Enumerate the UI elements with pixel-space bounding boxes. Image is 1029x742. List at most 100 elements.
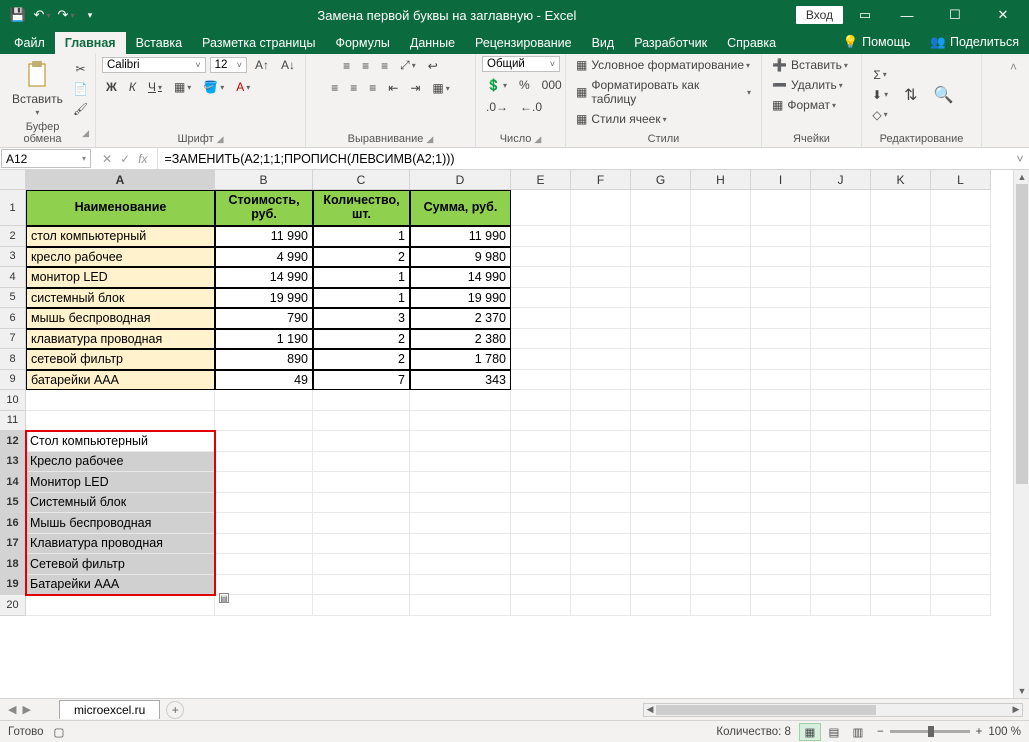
scroll-down-icon[interactable]: ▼ (1014, 684, 1029, 698)
cell-E8[interactable] (511, 349, 571, 370)
cell-F11[interactable] (571, 411, 631, 432)
cell-H12[interactable] (691, 431, 751, 452)
cell-G11[interactable] (631, 411, 691, 432)
cell-B19[interactable] (215, 575, 313, 596)
tab-share[interactable]: 👥Поделиться (920, 31, 1029, 54)
cell-F17[interactable] (571, 534, 631, 555)
cell-H7[interactable] (691, 329, 751, 350)
cell-E1[interactable] (511, 190, 571, 226)
cell-L8[interactable] (931, 349, 991, 370)
cell-H18[interactable] (691, 554, 751, 575)
cell-D4[interactable]: 14 990 (410, 267, 511, 288)
cell-C10[interactable] (313, 390, 410, 411)
cell-B6[interactable]: 790 (215, 308, 313, 329)
row-header-18[interactable]: 18 (0, 554, 26, 575)
undo-icon[interactable]: ↶ (34, 7, 50, 23)
fill-color-icon[interactable]: 🪣 (199, 78, 228, 96)
cell-L5[interactable] (931, 288, 991, 309)
cell-I16[interactable] (751, 513, 811, 534)
cell-B10[interactable] (215, 390, 313, 411)
cell-D3[interactable]: 9 980 (410, 247, 511, 268)
cell-D10[interactable] (410, 390, 511, 411)
tab-view[interactable]: Вид (582, 32, 625, 54)
cell-G8[interactable] (631, 349, 691, 370)
col-header-B[interactable]: B (215, 170, 313, 190)
cell-E12[interactable] (511, 431, 571, 452)
row-header-16[interactable]: 16 (0, 513, 26, 534)
cell-F3[interactable] (571, 247, 631, 268)
col-header-K[interactable]: K (871, 170, 931, 190)
cell-K18[interactable] (871, 554, 931, 575)
cell-D16[interactable] (410, 513, 511, 534)
cell-F5[interactable] (571, 288, 631, 309)
cell-I3[interactable] (751, 247, 811, 268)
fill-icon[interactable]: ⬇ (868, 86, 892, 104)
cell-D20[interactable] (410, 595, 511, 616)
enter-formula-icon[interactable]: ✓ (120, 152, 130, 166)
cell-C18[interactable] (313, 554, 410, 575)
bold-button[interactable]: Ж (102, 78, 121, 96)
fx-icon[interactable]: fx (138, 152, 147, 166)
cell-D9[interactable]: 343 (410, 370, 511, 391)
cell-K12[interactable] (871, 431, 931, 452)
cell-E17[interactable] (511, 534, 571, 555)
percent-icon[interactable]: % (515, 76, 534, 94)
cell-B13[interactable] (215, 452, 313, 473)
clipboard-expand-icon[interactable]: ◢ (82, 128, 89, 139)
cell-L10[interactable] (931, 390, 991, 411)
cell-J20[interactable] (811, 595, 871, 616)
cell-styles-button[interactable]: ▦Стили ячеек (572, 110, 671, 128)
row-header-12[interactable]: 12 (0, 431, 26, 452)
cell-D12[interactable] (410, 431, 511, 452)
cell-C5[interactable]: 1 (313, 288, 410, 309)
cell-D1[interactable]: Сумма, руб. (410, 190, 511, 226)
cell-K20[interactable] (871, 595, 931, 616)
cell-F20[interactable] (571, 595, 631, 616)
cell-A16[interactable]: Мышь беспроводная (26, 513, 215, 534)
cell-F16[interactable] (571, 513, 631, 534)
cell-K1[interactable] (871, 190, 931, 226)
cell-L1[interactable] (931, 190, 991, 226)
cell-C15[interactable] (313, 493, 410, 514)
comma-icon[interactable]: 000 (538, 76, 566, 94)
cell-G4[interactable] (631, 267, 691, 288)
tab-home[interactable]: Главная (55, 32, 126, 54)
cell-K14[interactable] (871, 472, 931, 493)
cell-H14[interactable] (691, 472, 751, 493)
vscroll-thumb[interactable] (1016, 184, 1028, 484)
cell-C16[interactable] (313, 513, 410, 534)
cell-L16[interactable] (931, 513, 991, 534)
tab-data[interactable]: Данные (400, 32, 465, 54)
cell-I19[interactable] (751, 575, 811, 596)
cell-G17[interactable] (631, 534, 691, 555)
cell-G13[interactable] (631, 452, 691, 473)
cell-H9[interactable] (691, 370, 751, 391)
cell-L12[interactable] (931, 431, 991, 452)
vertical-scrollbar[interactable]: ▲ ▼ (1013, 170, 1029, 698)
scroll-left-icon[interactable]: ◀ (644, 704, 656, 716)
row-header-11[interactable]: 11 (0, 411, 26, 432)
find-select-icon[interactable]: 🔍 (927, 81, 959, 109)
row-header-7[interactable]: 7 (0, 329, 26, 350)
col-header-C[interactable]: C (313, 170, 410, 190)
cell-B9[interactable]: 49 (215, 370, 313, 391)
macro-record-icon[interactable]: ▢ (54, 725, 65, 739)
cell-F1[interactable] (571, 190, 631, 226)
cell-F6[interactable] (571, 308, 631, 329)
cell-H20[interactable] (691, 595, 751, 616)
cell-J17[interactable] (811, 534, 871, 555)
cell-I18[interactable] (751, 554, 811, 575)
col-header-E[interactable]: E (511, 170, 571, 190)
increase-decimal-icon[interactable]: .0→ (482, 98, 512, 116)
cell-I14[interactable] (751, 472, 811, 493)
cell-L11[interactable] (931, 411, 991, 432)
cell-A20[interactable] (26, 595, 215, 616)
cell-A1[interactable]: Наименование (26, 190, 215, 226)
cell-B14[interactable] (215, 472, 313, 493)
autosum-icon[interactable]: Σ (868, 66, 892, 84)
font-expand-icon[interactable]: ◢ (217, 134, 224, 145)
formula-bar[interactable]: =ЗАМЕНИТЬ(A2;1;1;ПРОПИСН(ЛЕВСИМВ(A2;1))) (157, 148, 1011, 169)
tab-layout[interactable]: Разметка страницы (192, 32, 325, 54)
cell-J19[interactable] (811, 575, 871, 596)
sheet-nav-prev-icon[interactable]: ◀ (8, 703, 16, 716)
